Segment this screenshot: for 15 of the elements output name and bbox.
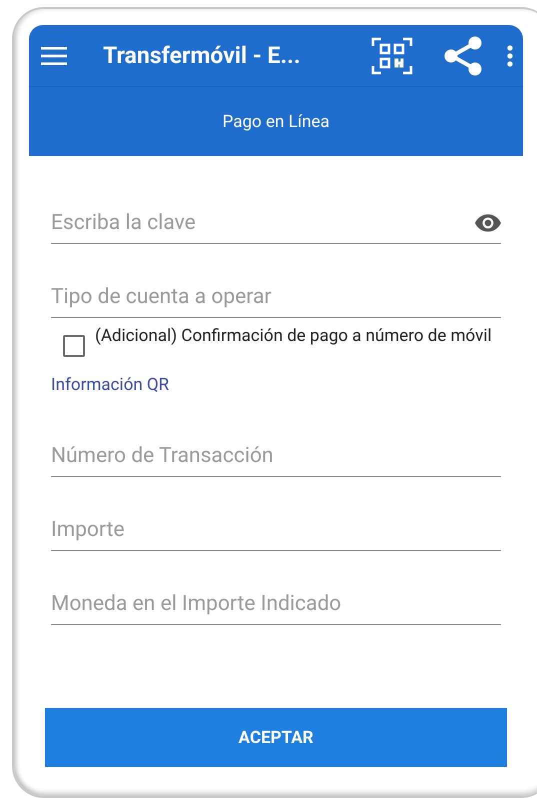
more-icon[interactable] — [507, 44, 513, 66]
checkbox-label: (Adicional) Confirmación de pago a número de móvil — [95, 326, 492, 347]
menu-icon[interactable] — [41, 46, 67, 66]
text-field[interactable]: Tipo de cuenta a operar — [51, 276, 501, 318]
qr-info-link[interactable]: Información QR — [51, 375, 170, 395]
app-title: Transfermóvil - E... — [103, 42, 302, 69]
qr-code-icon[interactable] — [371, 36, 413, 76]
eye-icon[interactable] — [475, 214, 501, 232]
checkbox[interactable] — [63, 335, 85, 357]
accept-button[interactable]: ACEPTAR — [45, 708, 507, 767]
section-title: Pago en Línea — [222, 112, 330, 132]
text-field[interactable]: Importe — [51, 509, 501, 551]
text-field[interactable]: Escriba la clave — [51, 202, 501, 244]
text-field[interactable]: Número de Transacción — [51, 435, 501, 477]
text-field[interactable]: Moneda en el Importe Indicado — [51, 583, 501, 625]
